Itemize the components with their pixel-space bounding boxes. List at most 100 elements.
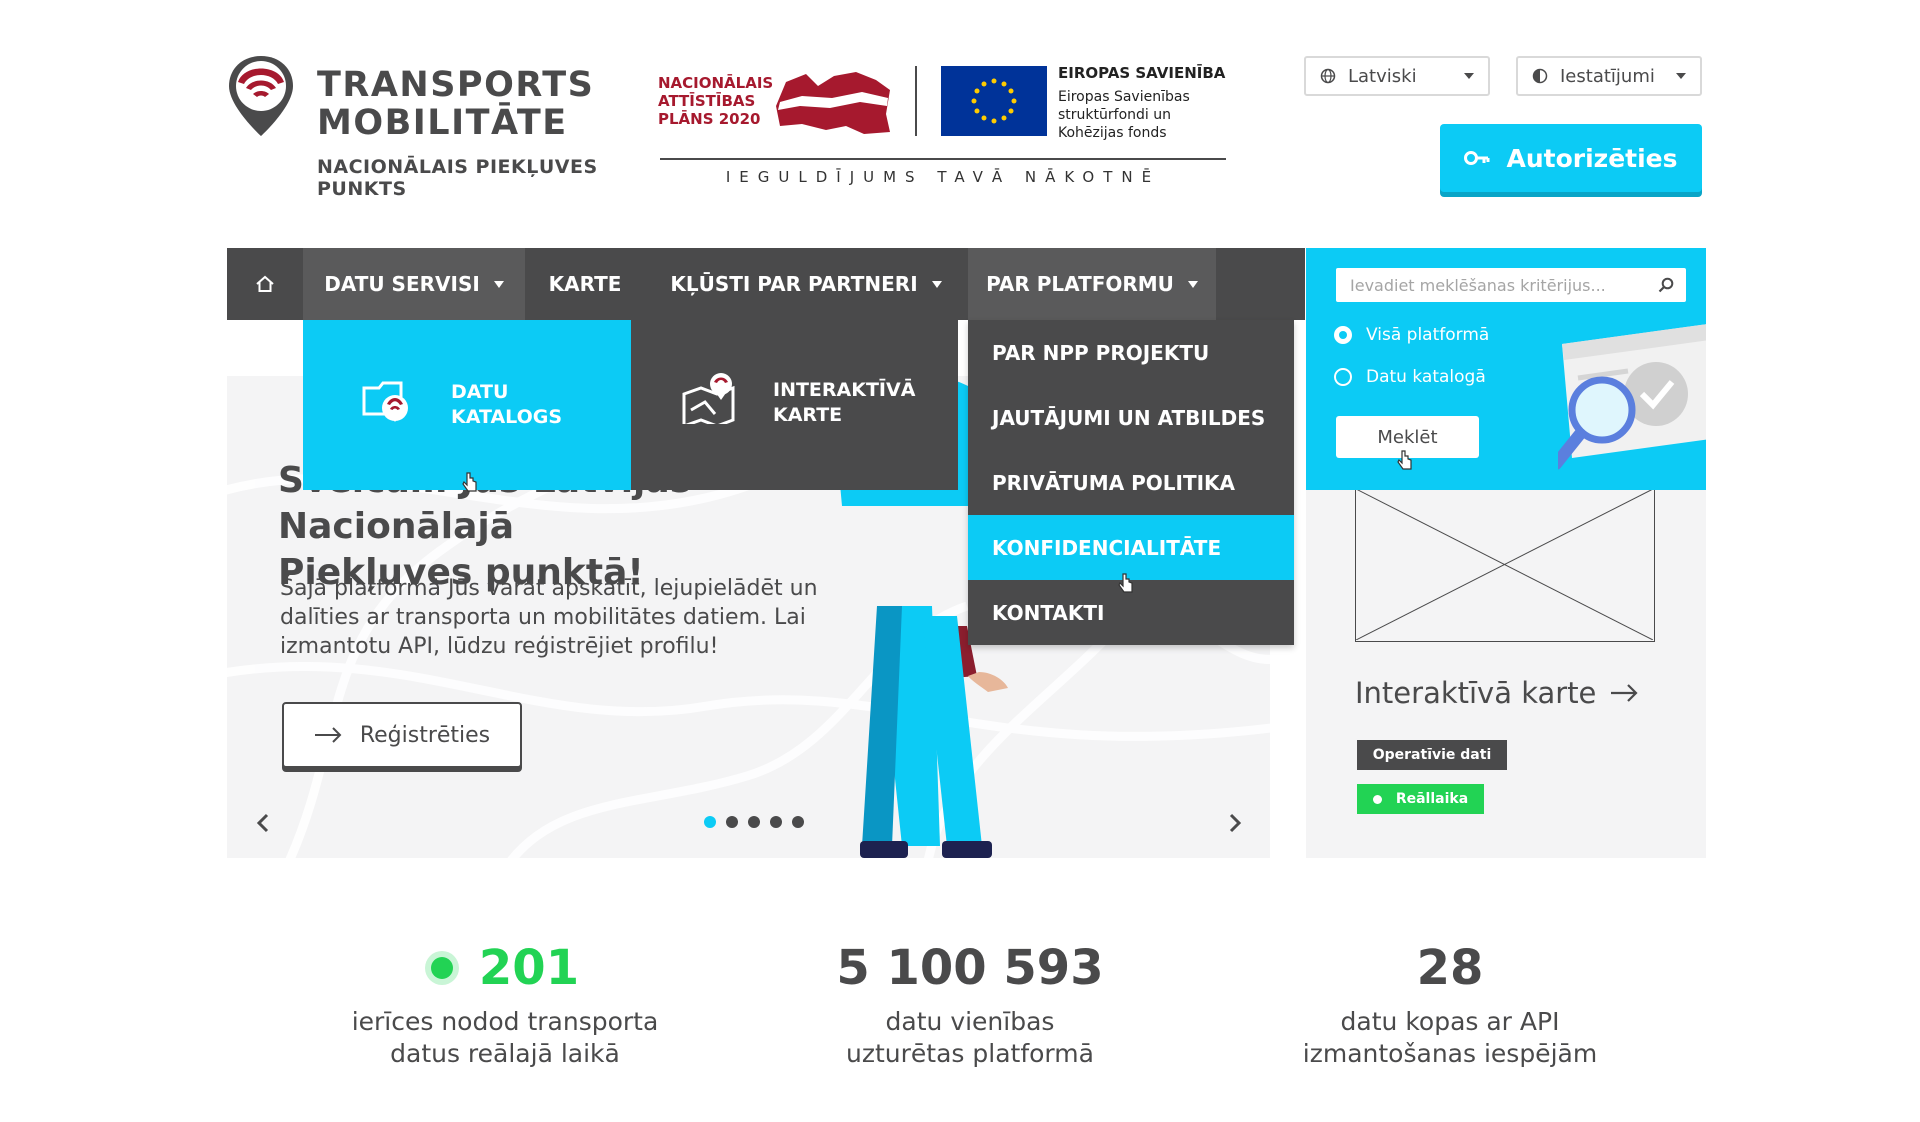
settings-label: Iestatījumi	[1560, 65, 1655, 87]
nav-klusti-label: KĻŪSTI PAR PARTNERI	[670, 272, 918, 296]
carousel-dot[interactable]	[726, 816, 738, 828]
stat-devices: 201 ierīces nodod transporta datus reāla…	[315, 940, 695, 1070]
stat-data-units-line1: datu vienības	[885, 1007, 1055, 1036]
eu-subtitle: Eiropas Savienības struktūrfondi un Kohē…	[1058, 88, 1190, 142]
menu-item-konfidencialitate[interactable]: KONFIDENCIALITĀTE	[968, 515, 1294, 580]
arrow-right-icon	[314, 727, 342, 743]
interaktiva-karte-line2: KARTE	[773, 404, 843, 426]
login-button[interactable]: Autorizēties	[1440, 124, 1702, 192]
radio-data-catalog[interactable]: Datu katalogā	[1334, 367, 1486, 387]
interactive-map-title-text: Interaktīvā karte	[1355, 676, 1597, 710]
menu-item-par-npp-projektu[interactable]: PAR NPP PROJEKTU	[968, 320, 1294, 385]
stat-api-datasets-label: datu kopas ar API izmantošanas iespējām	[1260, 1006, 1640, 1070]
nap-line1: NACIONĀLAIS	[658, 74, 774, 92]
live-dot-icon	[430, 957, 453, 979]
operative-data-tag: Operatīvie dati	[1357, 740, 1507, 770]
realtime-tag: Reāllaika	[1357, 784, 1484, 814]
stat-api-datasets-value: 28	[1416, 940, 1484, 996]
language-select[interactable]: Latviski	[1304, 56, 1490, 96]
chevron-down-icon	[931, 280, 942, 288]
carousel-dot[interactable]	[770, 816, 782, 828]
nap-line2: ATTĪSTĪBAS	[658, 92, 756, 110]
logo-subtitle-line1: NACIONĀLAIS PIEKĻUVES	[317, 156, 598, 178]
logo-divider	[915, 66, 917, 136]
interaktiva-karte-label: INTERAKTĪVĀ KARTE	[773, 378, 915, 428]
interaktiva-karte-line1: INTERAKTĪVĀ	[773, 379, 916, 401]
slogan: IEGULDĪJUMS TAVĀ NĀKOTNĒ	[725, 168, 1161, 186]
datu-katalogs-line1: DATU	[451, 381, 509, 403]
eu-line2: struktūrfondi un	[1058, 107, 1171, 123]
mouse-pointer-icon	[462, 472, 480, 498]
dropdown-interaktiva-karte[interactable]: INTERAKTĪVĀ KARTE	[631, 320, 958, 490]
nav-par-platformu[interactable]: PAR PLATFORMU	[968, 248, 1216, 320]
login-label: Autorizēties	[1506, 143, 1678, 173]
logo-title-line2: MOBILITĀTE	[317, 103, 568, 143]
nav-datu-servisi-label: DATU SERVISI	[324, 272, 480, 296]
nav-klusti-par-partneri[interactable]: KĻŪSTI PAR PARTNERI	[661, 248, 951, 320]
logo-title-line1: TRANSPORTS	[317, 65, 595, 105]
stat-data-units-line2: uzturētas platformā	[846, 1039, 1094, 1068]
stat-data-units-value: 5 100 593	[836, 940, 1104, 996]
stat-data-units-label: datu vienības uzturētas platformā	[780, 1006, 1160, 1070]
mouse-pointer-icon	[1397, 450, 1415, 476]
datu-katalogs-line2: KATALOGS	[451, 406, 563, 428]
eu-flag-icon	[941, 66, 1047, 136]
stat-api-datasets: 28 datu kopas ar API izmantošanas iespēj…	[1260, 940, 1640, 1070]
map-pin-icon	[681, 370, 739, 429]
carousel-dot[interactable]	[748, 816, 760, 828]
stat-devices-label: ierīces nodod transporta datus reālajā l…	[315, 1006, 695, 1070]
dropdown-datu-katalogs[interactable]: DATU KATALOGS	[303, 320, 631, 490]
carousel-next-button[interactable]	[1226, 812, 1244, 834]
status-dot-icon	[1372, 794, 1382, 804]
logo-subtitle: NACIONĀLAIS PIEKĻUVES PUNKTS	[317, 156, 598, 200]
menu-item-privatuma-politika[interactable]: PRIVĀTUMA POLITIKA	[968, 450, 1294, 515]
key-icon	[1464, 150, 1490, 166]
radio-button[interactable]	[1334, 368, 1352, 386]
nap-line3: PLĀNS 2020	[658, 110, 761, 128]
search-illustration	[1550, 318, 1706, 490]
settings-select[interactable]: Iestatījumi	[1516, 56, 1702, 96]
nav-karte-label: KARTE	[548, 272, 622, 296]
home-icon	[255, 274, 275, 294]
datu-katalogs-label: DATU KATALOGS	[451, 380, 562, 430]
search-input[interactable]: Ievadiet meklēšanas kritērijus...	[1336, 268, 1686, 302]
radio-whole-platform-label: Visā platformā	[1366, 325, 1490, 345]
stat-devices-line2: datus reālajā laikā	[390, 1039, 620, 1068]
nap-2020-text: NACIONĀLAIS ATTĪSTĪBAS PLĀNS 2020	[658, 74, 773, 128]
nav-home[interactable]	[227, 248, 303, 320]
globe-icon	[1320, 68, 1336, 84]
search-icon[interactable]	[1658, 277, 1674, 293]
search-placeholder: Ievadiet meklēšanas kritērijus...	[1350, 275, 1606, 295]
carousel-prev-button[interactable]	[254, 812, 272, 834]
chevron-down-icon	[1676, 73, 1686, 79]
register-button[interactable]: Reģistrēties	[282, 702, 522, 768]
chevron-down-icon	[1187, 280, 1198, 288]
radio-whole-platform[interactable]: Visā platformā	[1334, 325, 1489, 345]
radio-button-selected[interactable]	[1334, 326, 1352, 344]
mouse-pointer-icon	[1118, 573, 1136, 599]
hero-text: Šajā platformā Jūs varat apskatīt, lejup…	[280, 576, 818, 659]
logo-subtitle-line2: PUNKTS	[317, 178, 407, 200]
nav-datu-servisi[interactable]: DATU SERVISI	[303, 248, 525, 320]
nav-karte[interactable]: KARTE	[525, 248, 645, 320]
slogan-divider	[660, 158, 1226, 160]
realtime-tag-label: Reāllaika	[1395, 791, 1469, 807]
carousel-dots	[704, 816, 804, 828]
eu-title: EIROPAS SAVIENĪBA	[1058, 64, 1226, 82]
stat-devices-value-row: 201	[315, 940, 695, 996]
menu-item-jautajumi-un-atbildes[interactable]: JAUTĀJUMI UN ATBILDES	[968, 385, 1294, 450]
nav-par-platformu-label: PAR PLATFORMU	[986, 272, 1174, 296]
interactive-map-title[interactable]: Interaktīvā karte	[1355, 676, 1638, 710]
radio-data-catalog-label: Datu katalogā	[1366, 367, 1486, 387]
logo-title: TRANSPORTS MOBILITĀTE	[317, 66, 594, 142]
carousel-dot[interactable]	[704, 816, 716, 828]
eu-line1: Eiropas Savienības	[1058, 89, 1190, 105]
latvia-map-logo	[772, 66, 894, 138]
image-placeholder	[1355, 488, 1655, 642]
logo[interactable]	[226, 52, 296, 142]
arrow-right-icon	[1610, 684, 1638, 702]
language-label: Latviski	[1348, 65, 1417, 87]
carousel-dot[interactable]	[792, 816, 804, 828]
stat-data-units: 5 100 593 datu vienības uzturētas platfo…	[780, 940, 1160, 1070]
stat-devices-line1: ierīces nodod transporta	[351, 1007, 659, 1036]
